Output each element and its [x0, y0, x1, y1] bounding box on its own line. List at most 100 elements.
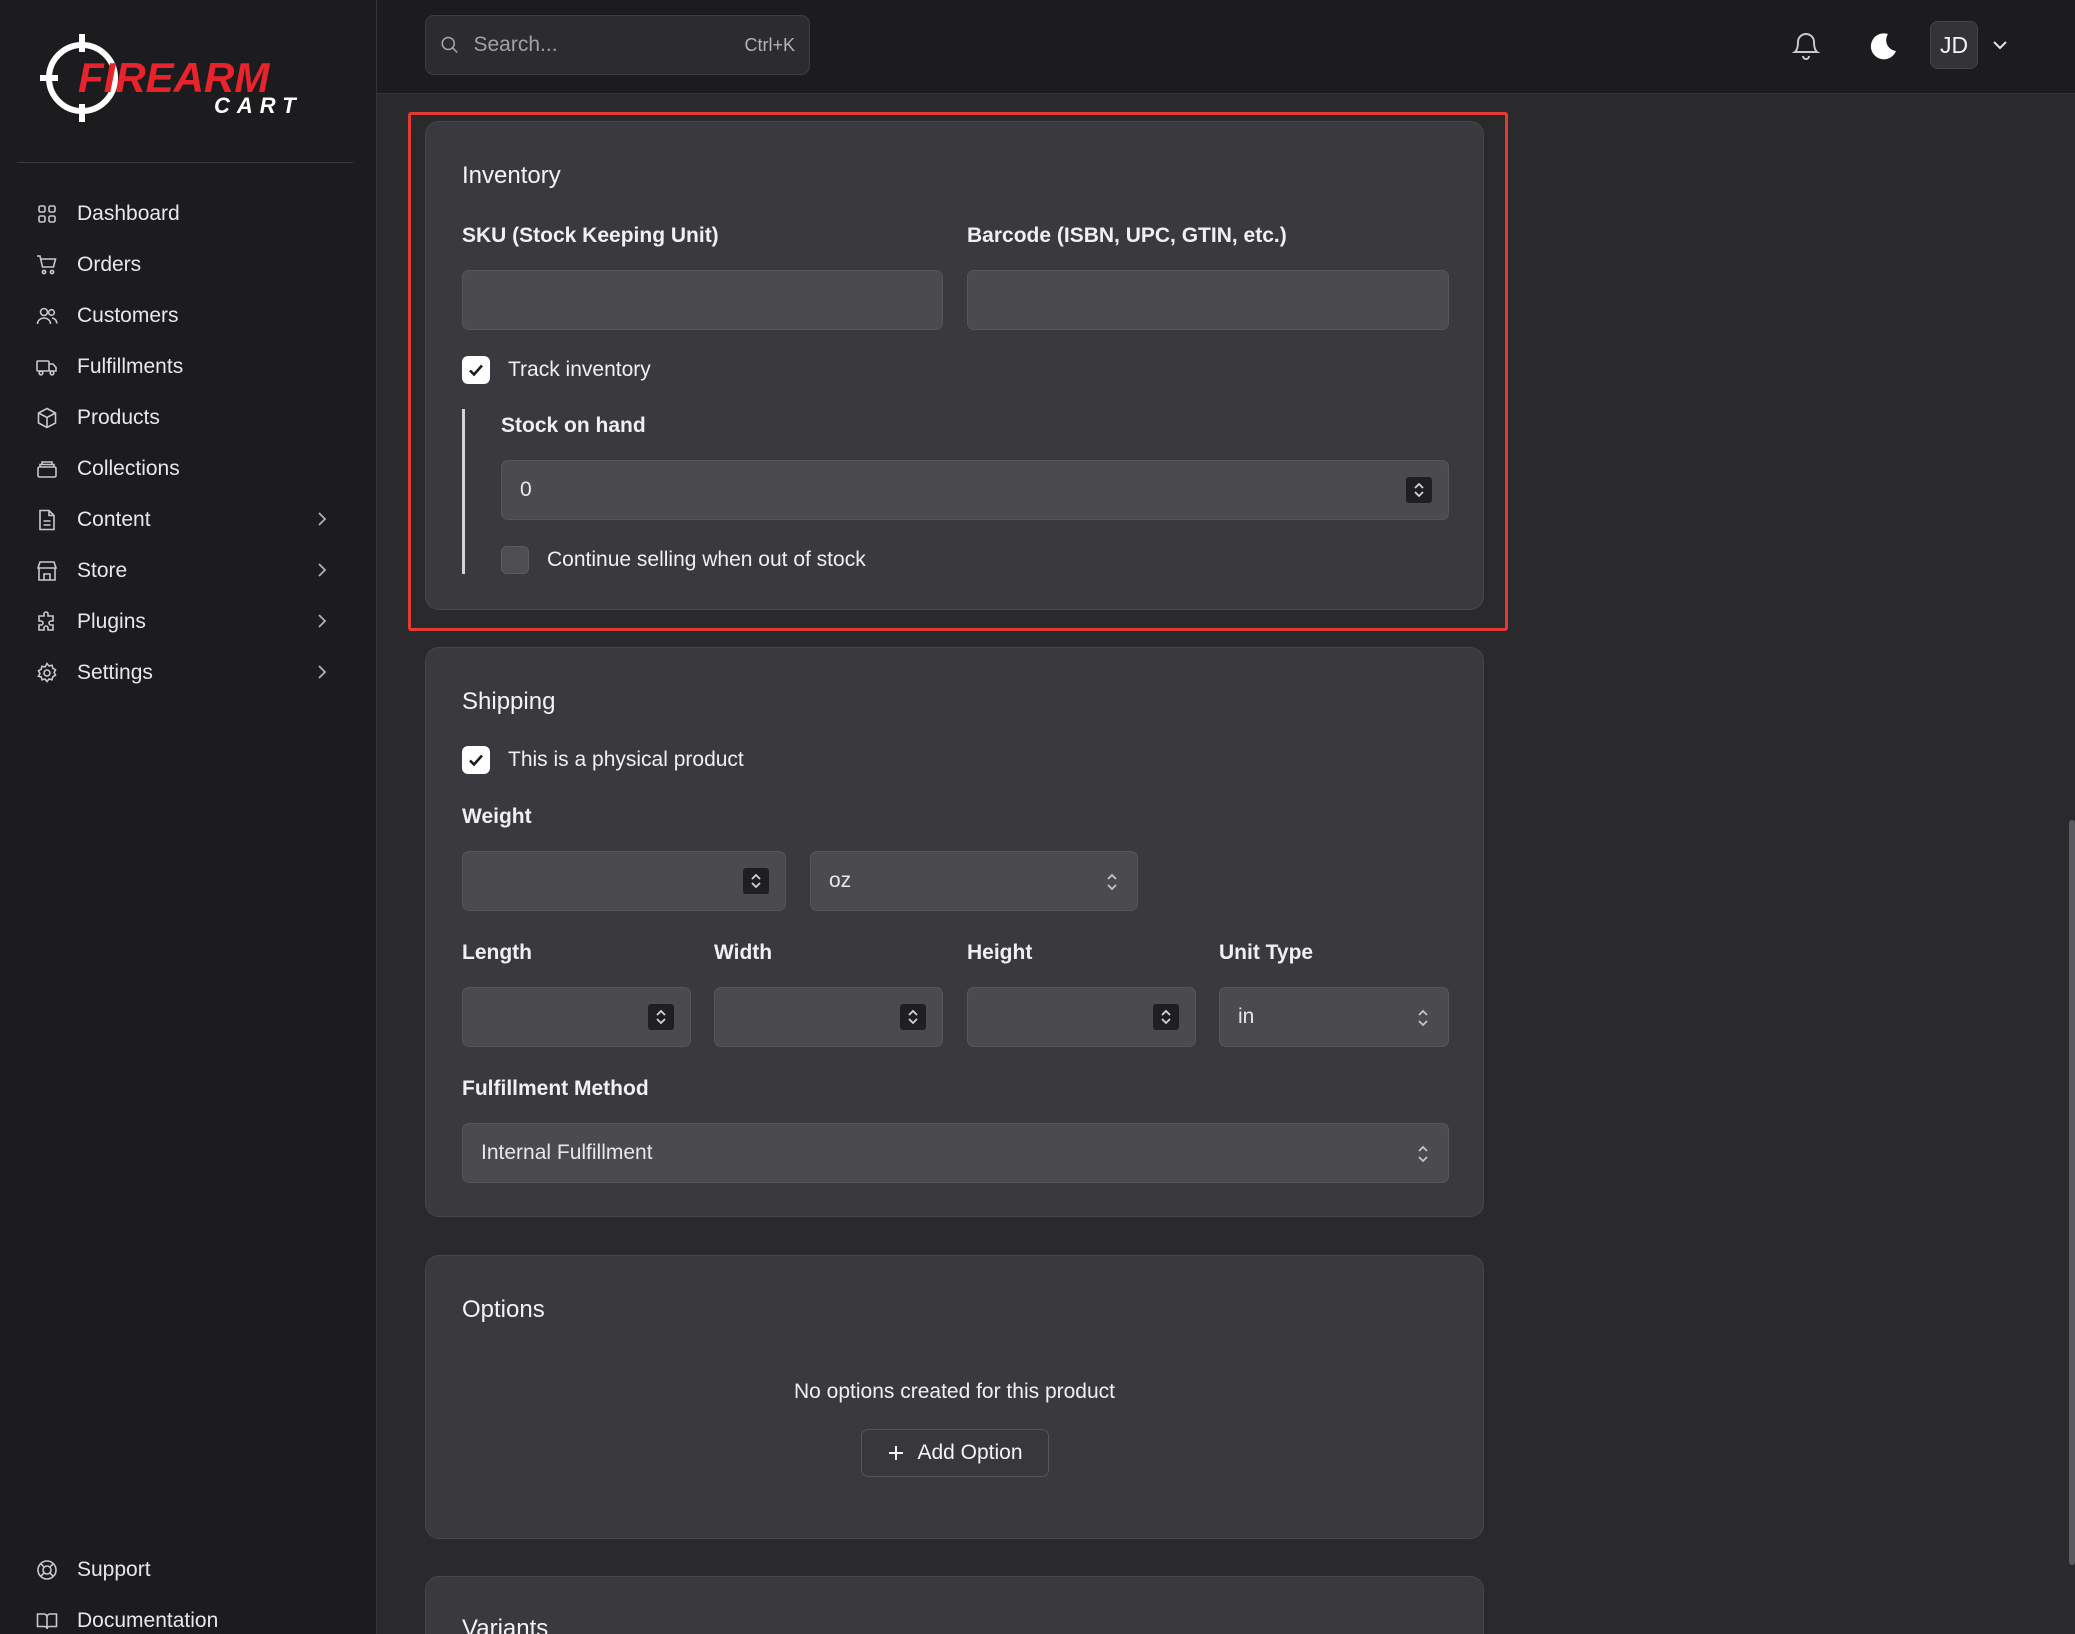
stock-on-hand-field[interactable]: 0: [501, 460, 1449, 520]
height-field[interactable]: [967, 987, 1196, 1047]
variants-title: Variants: [462, 1615, 549, 1634]
inventory-card: Inventory SKU (Stock Keeping Unit) Barco…: [425, 121, 1484, 610]
weight-field[interactable]: [462, 851, 786, 911]
sidebar-item-customers[interactable]: Customers: [0, 290, 377, 341]
sidebar-item-settings[interactable]: Settings: [0, 647, 377, 698]
sidebar-item-support[interactable]: Support: [0, 1544, 377, 1595]
puzzle-icon: [36, 610, 58, 633]
brand-logo[interactable]: FIREARM CART: [38, 30, 328, 126]
book-icon: [36, 1610, 58, 1632]
sidebar-item-label: Orders: [77, 252, 142, 276]
fulfillment-method-select[interactable]: Internal Fulfillment: [462, 1123, 1449, 1183]
length-label: Length: [462, 941, 532, 964]
sidebar-item-dashboard[interactable]: Dashboard: [0, 188, 377, 239]
sidebar-item-label: Support: [77, 1557, 151, 1581]
unit-type-select[interactable]: in: [1219, 987, 1449, 1047]
track-inventory-checkbox[interactable]: [462, 356, 490, 384]
continue-selling-checkbox[interactable]: [501, 546, 529, 574]
gear-icon: [36, 661, 58, 684]
height-label: Height: [967, 941, 1033, 964]
stepper-icon[interactable]: [743, 868, 769, 894]
archive-icon: [36, 458, 58, 480]
sidebar-divider: [17, 162, 353, 163]
sidebar-item-label: Settings: [77, 660, 153, 684]
sidebar-item-store[interactable]: Store: [0, 545, 377, 596]
search-icon: [441, 36, 458, 54]
box-icon: [36, 407, 58, 429]
options-card: Options No options created for this prod…: [425, 1255, 1484, 1539]
file-icon: [36, 509, 58, 531]
store-icon: [36, 560, 58, 582]
physical-product-label: This is a physical product: [508, 748, 744, 771]
track-inventory-label: Track inventory: [508, 358, 651, 381]
weight-unit-select[interactable]: oz: [810, 851, 1138, 911]
check-icon: [469, 364, 483, 377]
sidebar-item-label: Customers: [77, 303, 179, 327]
sku-label: SKU (Stock Keeping Unit): [462, 224, 719, 247]
lifebuoy-icon: [36, 1559, 58, 1581]
sidebar-item-documentation[interactable]: Documentation: [0, 1595, 377, 1634]
plus-icon: [889, 1446, 904, 1460]
svg-text:CART: CART: [214, 93, 303, 118]
stepper-icon[interactable]: [900, 1004, 926, 1030]
bell-icon[interactable]: [1790, 28, 1822, 62]
moon-icon[interactable]: [1866, 30, 1898, 62]
shipping-title: Shipping: [462, 688, 556, 715]
continue-selling-label: Continue selling when out of stock: [547, 548, 866, 571]
sidebar-item-label: Documentation: [77, 1608, 219, 1632]
select-chevron-icon: [1418, 1009, 1428, 1027]
length-field[interactable]: [462, 987, 691, 1047]
users-icon: [36, 305, 58, 327]
stepper-icon[interactable]: [648, 1004, 674, 1030]
check-icon: [469, 754, 483, 767]
sidebar-item-label: Content: [77, 507, 151, 531]
sidebar-item-label: Store: [77, 558, 128, 582]
truck-icon: [36, 356, 58, 378]
stepper-icon[interactable]: [1406, 477, 1432, 503]
avatar[interactable]: JD: [1930, 21, 1978, 69]
chevron-right-icon: [318, 563, 327, 577]
options-empty-text: No options created for this product: [793, 1380, 1115, 1403]
options-title: Options: [462, 1296, 545, 1323]
stepper-icon[interactable]: [1153, 1004, 1179, 1030]
chevron-down-icon[interactable]: [1992, 38, 2008, 52]
sidebar-item-label: Collections: [77, 456, 180, 480]
search-shortcut: Ctrl+K: [744, 34, 795, 55]
sidebar-item-orders[interactable]: Orders: [0, 239, 377, 290]
inventory-title: Inventory: [462, 162, 561, 189]
cart-icon: [36, 254, 58, 276]
chevron-right-icon: [318, 665, 327, 679]
select-chevron-icon: [1418, 1145, 1428, 1163]
shipping-card: Shipping This is a physical product Weig…: [425, 647, 1484, 1217]
sidebar-bottom-nav: Support Documentation: [0, 1544, 377, 1634]
sidebar-item-label: Products: [77, 405, 160, 429]
sidebar: FIREARM CART Dashboard Orders Customers: [0, 0, 377, 1634]
sidebar-item-fulfillments[interactable]: Fulfillments: [0, 341, 377, 392]
search-input[interactable]: [473, 33, 745, 57]
search-box[interactable]: Ctrl+K: [425, 15, 810, 75]
chevron-right-icon: [318, 512, 327, 526]
unit-type-label: Unit Type: [1219, 941, 1314, 964]
sidebar-item-content[interactable]: Content: [0, 494, 377, 545]
add-option-button[interactable]: Add Option: [861, 1429, 1049, 1477]
stock-label: Stock on hand: [501, 414, 646, 437]
sidebar-item-label: Fulfillments: [77, 354, 184, 378]
topbar: Ctrl+K: [377, 0, 2075, 94]
chevron-right-icon: [318, 614, 327, 628]
weight-label: Weight: [462, 805, 532, 828]
scrollbar-thumb[interactable]: [2069, 820, 2075, 1565]
sidebar-nav: Dashboard Orders Customers Fulfillments …: [0, 188, 377, 698]
sidebar-item-label: Dashboard: [77, 201, 180, 225]
barcode-field[interactable]: [967, 270, 1449, 330]
sidebar-item-plugins[interactable]: Plugins: [0, 596, 377, 647]
select-chevron-icon: [1107, 873, 1117, 891]
barcode-label: Barcode (ISBN, UPC, GTIN, etc.): [967, 224, 1287, 247]
sidebar-item-label: Plugins: [77, 609, 146, 633]
physical-product-checkbox[interactable]: [462, 746, 490, 774]
sidebar-item-collections[interactable]: Collections: [0, 443, 377, 494]
sidebar-item-products[interactable]: Products: [0, 392, 377, 443]
width-field[interactable]: [714, 987, 943, 1047]
variants-card: Variants: [425, 1576, 1484, 1634]
fulfillment-method-label: Fulfillment Method: [462, 1077, 649, 1100]
sku-field[interactable]: [462, 270, 943, 330]
